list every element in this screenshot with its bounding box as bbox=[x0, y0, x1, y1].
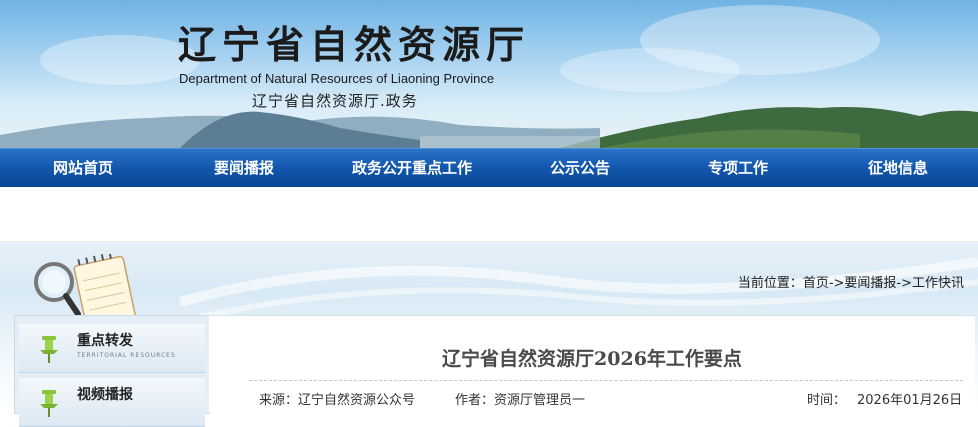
sidebar-item-subtitle: TERRITORIAL RESOURCES bbox=[77, 352, 176, 359]
pin-icon bbox=[40, 390, 58, 417]
nav-item-gov-affairs[interactable]: 政务公开重点工作 bbox=[322, 149, 502, 187]
article-source: 来源：辽宁自然资源公众号 bbox=[259, 393, 416, 408]
site-title: 辽宁省自然资源厅 bbox=[178, 22, 531, 67]
article-panel: 辽宁省自然资源厅2026年工作要点 来源：辽宁自然资源公众号 作者：资源厅管理员… bbox=[209, 315, 975, 413]
site-subtitle: 辽宁省自然资源厅.政务 bbox=[252, 92, 418, 110]
nav-item-special-work[interactable]: 专项工作 bbox=[658, 149, 818, 187]
sidebar-item-video[interactable]: 视频播报 bbox=[19, 378, 205, 427]
article-time-label: 时间： bbox=[807, 393, 847, 408]
divider bbox=[249, 380, 963, 381]
breadcrumb: 当前位置：首页->要闻播报->工作快讯 bbox=[737, 276, 964, 291]
sidebar-item-featured[interactable]: 重点转发 TERRITORIAL RESOURCES bbox=[19, 324, 205, 373]
site-title-english: Department of Natural Resources of Liaon… bbox=[179, 71, 495, 86]
main-nav: 网站首页 要闻播报 政务公开重点工作 公示公告 专项工作 征地信息 bbox=[0, 148, 978, 188]
sidebar-item-title: 视频播报 bbox=[77, 387, 133, 403]
article-author: 作者：资源厅管理员一 bbox=[455, 393, 586, 408]
article-time: 2026年01月26日 bbox=[857, 393, 963, 408]
sidebar: 重点转发 TERRITORIAL RESOURCES 视频播报 bbox=[14, 315, 210, 427]
nav-item-news[interactable]: 要闻播报 bbox=[166, 149, 322, 187]
article-title: 辽宁省自然资源厅2026年工作要点 bbox=[442, 348, 742, 370]
nav-item-announcements[interactable]: 公示公告 bbox=[502, 149, 658, 187]
sidebar-item-title: 重点转发 bbox=[77, 333, 133, 349]
nav-item-land-info[interactable]: 征地信息 bbox=[818, 149, 978, 187]
nav-item-home[interactable]: 网站首页 bbox=[0, 149, 166, 187]
pin-icon bbox=[40, 336, 58, 363]
spacer-bar bbox=[0, 187, 978, 242]
header-banner: 辽宁省自然资源厅 Department of Natural Resources… bbox=[0, 0, 978, 148]
